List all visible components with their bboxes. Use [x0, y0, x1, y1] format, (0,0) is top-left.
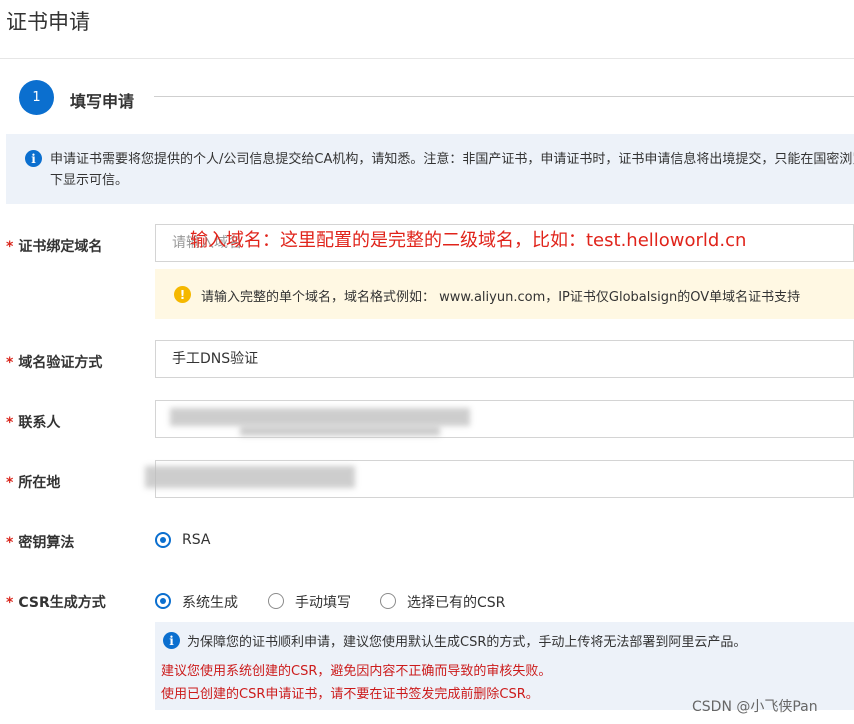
info-circle-icon: i	[163, 632, 180, 649]
key-algorithm-label-text: 密钥算法	[18, 535, 75, 551]
radio-csr-system[interactable]	[155, 593, 171, 609]
notice-text: 申请证书需要将您提供的个人/公司信息提交给CA机构，请知悉。注意：非国产证书，申…	[50, 152, 854, 188]
csr-warning-text: 建议您使用系统创建的CSR，避免因内容不正确而导致的审核失败。	[161, 664, 552, 679]
notice-banner: i 申请证书需要将您提供的个人/公司信息提交给CA机构，请知悉。注意：非国产证书…	[6, 134, 854, 204]
location-redacted-value	[145, 466, 355, 488]
domain-label: * 证书绑定域名	[6, 236, 102, 256]
location-label-text: 所在地	[18, 475, 61, 491]
info-circle-icon: i	[25, 150, 42, 167]
domain-hint-box: ! 请输入完整的单个域名，域名格式例如： www.aliyun.com，IP证书…	[155, 269, 854, 319]
required-mark: *	[6, 415, 14, 431]
radio-csr-manual-label[interactable]: 手动填写	[295, 592, 351, 612]
csr-warning-text: 使用已创建的CSR申请证书，请不要在证书签发完成前删除CSR。	[161, 687, 539, 702]
contact-redacted-value	[240, 426, 440, 436]
verify-method-select[interactable]: 手工DNS验证	[155, 340, 854, 378]
key-algorithm-label: * 密钥算法	[6, 532, 74, 552]
radio-rsa-label[interactable]: RSA	[182, 532, 210, 548]
verify-method-label: * 域名验证方式	[6, 352, 102, 372]
required-mark: *	[6, 239, 14, 255]
radio-csr-system-label[interactable]: 系统生成	[182, 592, 238, 612]
required-mark: *	[6, 595, 14, 611]
page-title: 证书申请	[6, 10, 90, 34]
annotation-text: 输入域名：这里配置的是完整的二级域名，比如：test.helloworld.cn	[190, 230, 747, 251]
domain-hint-text: 请输入完整的单个域名，域名格式例如： www.aliyun.com，IP证书仅G…	[201, 290, 801, 305]
warning-circle-icon: !	[174, 286, 191, 303]
header-divider	[0, 58, 854, 59]
contact-redacted-value	[170, 408, 470, 426]
required-mark: *	[6, 355, 14, 371]
contact-label-text: 联系人	[18, 415, 61, 431]
csr-method-label: * CSR生成方式	[6, 592, 106, 612]
contact-label: * 联系人	[6, 412, 60, 432]
csr-info-text: 为保障您的证书顺利申请，建议您使用默认生成CSR的方式，手动上传将无法部署到阿里…	[187, 635, 747, 650]
watermark: CSDN @小飞侠Pan	[692, 699, 818, 715]
verify-method-label-text: 域名验证方式	[18, 355, 103, 371]
step-number-badge: 1	[19, 80, 54, 115]
step-label: 填写申请	[70, 92, 135, 111]
location-label: * 所在地	[6, 472, 60, 492]
radio-csr-existing-label[interactable]: 选择已有的CSR	[407, 592, 505, 612]
radio-csr-existing[interactable]	[380, 593, 396, 609]
required-mark: *	[6, 475, 14, 491]
radio-rsa[interactable]	[155, 532, 171, 548]
required-mark: *	[6, 535, 14, 551]
domain-label-text: 证书绑定域名	[18, 239, 103, 255]
radio-csr-manual[interactable]	[268, 593, 284, 609]
step-divider	[154, 96, 854, 97]
verify-method-value: 手工DNS验证	[172, 351, 259, 367]
csr-method-label-text: CSR生成方式	[18, 595, 106, 611]
